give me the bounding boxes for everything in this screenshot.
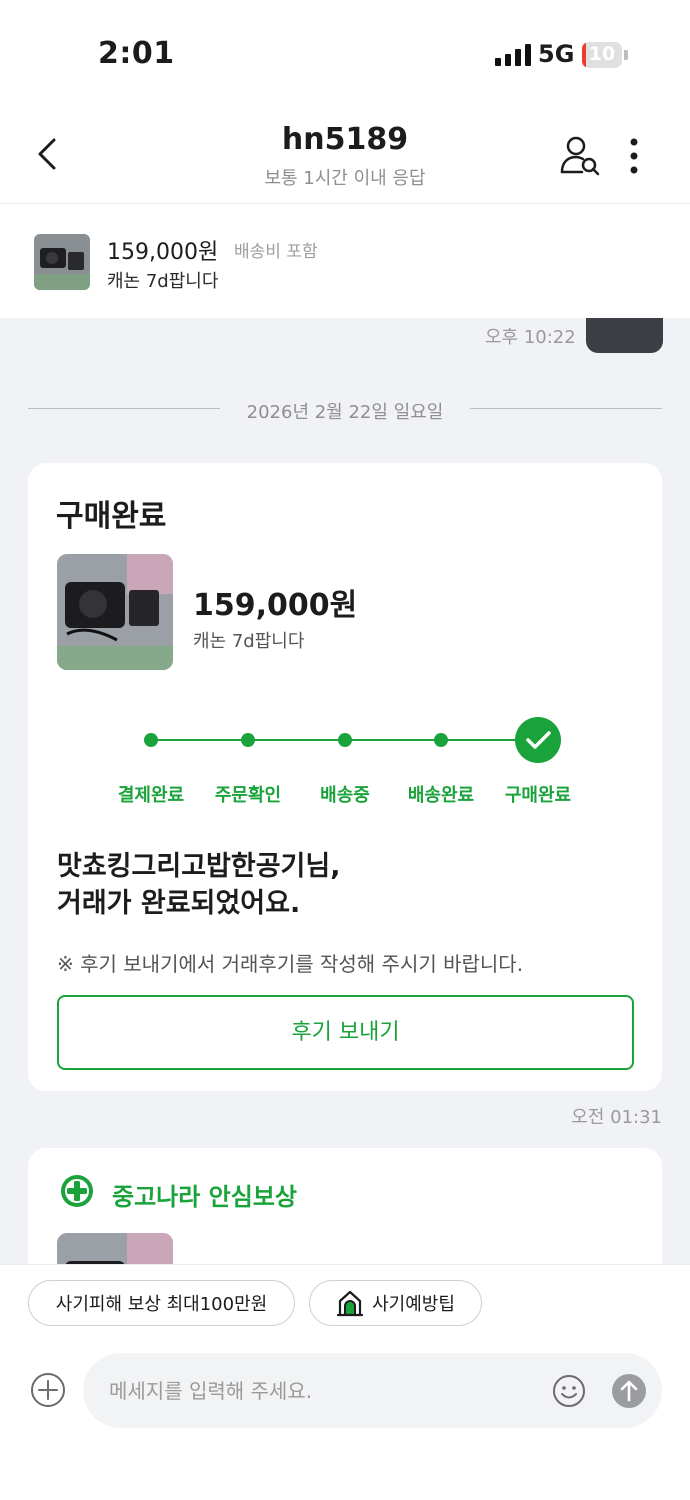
- product-thumbnail: [34, 234, 90, 290]
- emoji-button[interactable]: [551, 1373, 587, 1409]
- progress-steps: [144, 717, 561, 763]
- more-vertical-icon: [630, 138, 638, 174]
- message-input-wrapper: [83, 1353, 662, 1428]
- product-name: 캐논 7d팝니다: [107, 271, 219, 292]
- user-profile-button[interactable]: [558, 134, 602, 178]
- previous-message-bubble: [586, 318, 663, 353]
- compensation-chip[interactable]: 사기피해 보상 최대100만원: [28, 1280, 295, 1326]
- step-label: 결제완료: [117, 785, 185, 806]
- safe-card-title: 중고나라 안심보상: [112, 1183, 297, 1211]
- more-options-button[interactable]: [616, 134, 652, 178]
- completion-line-2: 거래가 완료되었어요.: [57, 888, 301, 919]
- emoji-icon: [553, 1375, 585, 1407]
- completion-message: 맛쵸킹그리고밥한공기님, 거래가 완료되었어요.: [57, 848, 341, 922]
- card-product-name: 캐논 7d팝니다: [193, 631, 305, 652]
- lock-house-icon: [336, 1290, 364, 1317]
- purchase-complete-card: 구매완료 159,000원 캐논 7d팝니다 결제완료 주문확인 배송중 배송완료 구매…: [28, 463, 662, 1091]
- divider-line: [470, 408, 662, 409]
- plus-circle-icon: [31, 1373, 65, 1407]
- current-step-dot: [515, 717, 561, 763]
- review-note: ※ 후기 보내기에서 거래후기를 작성해 주시기 바랍니다.: [57, 952, 524, 976]
- send-button[interactable]: [611, 1373, 647, 1409]
- step-dot: [144, 733, 158, 747]
- card-title: 구매완료: [56, 499, 167, 534]
- send-review-button[interactable]: 후기 보내기: [57, 995, 634, 1070]
- shipping-note: 배송비 포함: [234, 242, 318, 262]
- status-time: 2:01: [98, 36, 175, 71]
- chat-area[interactable]: 오후 10:22 2026년 2월 22일 일요일 구매완료 159,000원 …: [0, 318, 690, 1264]
- step-dot: [338, 733, 352, 747]
- message-input[interactable]: [109, 1353, 539, 1428]
- step-label: 구매완료: [504, 785, 572, 806]
- step-label: 배송완료: [407, 785, 475, 806]
- date-label: 2026년 2월 22일 일요일: [246, 402, 444, 423]
- safe-compensation-card: 중고나라 안심보상: [28, 1148, 662, 1264]
- battery-tip: [624, 50, 628, 60]
- date-divider: 2026년 2월 22일 일요일: [28, 398, 662, 423]
- chat-header: hn5189 보통 1시간 이내 응답: [0, 100, 690, 204]
- fraud-tips-label: 사기예방팁: [372, 1294, 455, 1315]
- battery-percent: 10: [588, 43, 616, 65]
- step-label: 배송중: [320, 785, 370, 806]
- product-image[interactable]: [57, 554, 173, 670]
- completion-line-1: 맛쵸킹그리고밥한공기님,: [57, 851, 341, 882]
- compensation-chip-label: 사기피해 보상 최대100만원: [55, 1294, 268, 1315]
- battery-icon: 10: [582, 42, 622, 68]
- product-image[interactable]: [57, 1233, 173, 1264]
- step-dot: [241, 733, 255, 747]
- attach-button[interactable]: [30, 1372, 66, 1408]
- step-label: 주문확인: [214, 785, 282, 806]
- step-dot: [434, 733, 448, 747]
- send-arrow-icon: [612, 1374, 646, 1408]
- fraud-tips-chip[interactable]: 사기예방팁: [309, 1280, 482, 1326]
- message-time: 오전 01:31: [571, 1107, 662, 1128]
- user-search-icon: [560, 136, 600, 176]
- product-summary-bar[interactable]: 159,000원 배송비 포함 캐논 7d팝니다: [0, 204, 690, 318]
- product-price: 159,000원: [107, 240, 219, 265]
- signal-icon: [495, 44, 531, 66]
- network-label: 5G: [538, 40, 575, 68]
- previous-message-time: 오후 10:22: [485, 327, 576, 348]
- status-bar: 2:01 5G 10: [0, 0, 690, 100]
- card-price: 159,000원: [193, 588, 358, 623]
- composer-bar: 사기피해 보상 최대100만원 사기예방팁: [0, 1264, 690, 1500]
- plus-shield-icon: [61, 1175, 93, 1207]
